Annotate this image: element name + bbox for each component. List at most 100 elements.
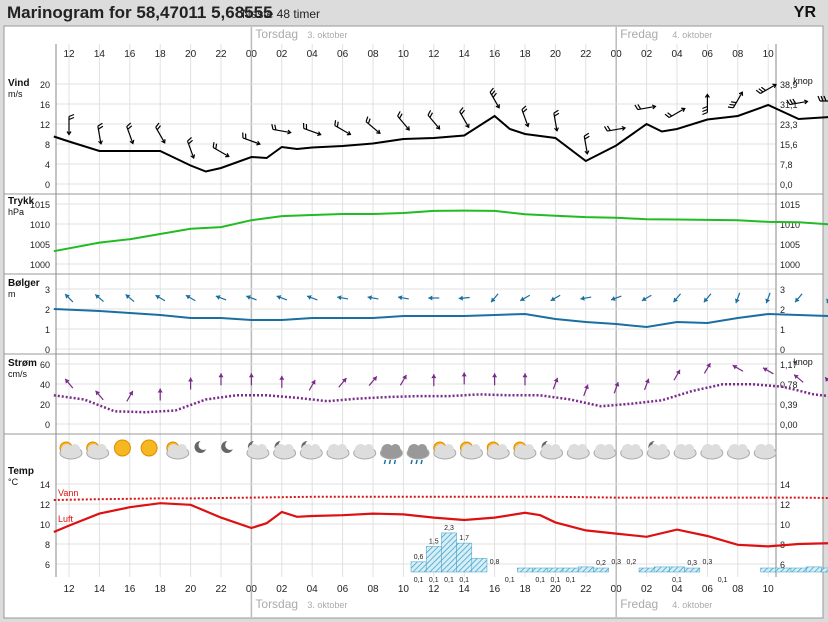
hour-tick-top: 02 bbox=[641, 49, 653, 60]
right-tick-label: 3 bbox=[780, 285, 785, 295]
hour-tick-top: 16 bbox=[489, 49, 501, 60]
precip-min-label: 0,1 bbox=[459, 577, 469, 584]
cloud-puff bbox=[470, 444, 481, 454]
precip-bar bbox=[577, 566, 594, 573]
left-tick-label: 6 bbox=[45, 560, 50, 570]
day-date-bottom: 3. oktober bbox=[307, 600, 347, 610]
cloud-puff bbox=[604, 444, 614, 454]
cloud-puff bbox=[710, 444, 721, 454]
hour-tick-top: 22 bbox=[215, 49, 227, 60]
precip-bar bbox=[562, 567, 579, 573]
left-tick-label: 20 bbox=[40, 400, 50, 410]
cloud-puff bbox=[684, 444, 695, 454]
right-tick-label: 1015 bbox=[780, 200, 800, 210]
panel-unit: m/s bbox=[8, 89, 23, 99]
right-tick-label: 12 bbox=[780, 500, 790, 510]
vann-label: Vann bbox=[58, 488, 78, 498]
cloud-puff bbox=[737, 444, 748, 454]
left-tick-label: 12 bbox=[40, 500, 50, 510]
hour-tick-bottom: 06 bbox=[337, 584, 349, 595]
hour-tick-top: 06 bbox=[702, 49, 714, 60]
left-tick-label: 1 bbox=[45, 325, 50, 335]
cloud-puff bbox=[417, 444, 428, 454]
hour-tick-top: 20 bbox=[185, 49, 197, 60]
hour-tick-bottom: 14 bbox=[459, 584, 471, 595]
hour-tick-top: 02 bbox=[276, 49, 288, 60]
left-tick-label: 8 bbox=[45, 140, 50, 150]
left-tick-label: 1015 bbox=[30, 200, 50, 210]
cloud-icon bbox=[700, 444, 724, 460]
precip-min-label: 0,1 bbox=[718, 577, 728, 584]
cloud-puff bbox=[256, 444, 267, 454]
right-tick-label: 1005 bbox=[780, 240, 800, 250]
precip-bar bbox=[775, 567, 792, 573]
hour-tick-bottom: 22 bbox=[215, 584, 227, 595]
hour-tick-top: 20 bbox=[550, 49, 562, 60]
precip-max-label: 1,7 bbox=[459, 535, 469, 542]
hour-tick-bottom: 04 bbox=[307, 584, 319, 595]
rain-drop bbox=[383, 459, 387, 465]
day-date-bottom: 4. oktober bbox=[672, 600, 712, 610]
right-tick-label: 0,0 bbox=[780, 180, 793, 190]
right-tick-label: 23,3 bbox=[780, 120, 798, 130]
right-tick-label: 7,8 bbox=[780, 160, 793, 170]
precip-max-label: 0,6 bbox=[414, 554, 424, 561]
precip-bar bbox=[517, 567, 533, 573]
precip-min-label: 0,1 bbox=[429, 577, 439, 584]
precip-max-label: 0,2 bbox=[627, 559, 637, 566]
precip-bar bbox=[805, 566, 822, 573]
hour-tick-bottom: 02 bbox=[641, 584, 653, 595]
precip-max-label: 1,5 bbox=[429, 539, 439, 546]
left-tick-label: 2 bbox=[45, 305, 50, 315]
left-tick-label: 14 bbox=[40, 480, 50, 490]
precip-min-label: 0,1 bbox=[444, 577, 454, 584]
left-tick-label: 1010 bbox=[30, 220, 50, 230]
precip-bar bbox=[547, 567, 564, 573]
luft-label: Luft bbox=[58, 514, 74, 524]
cloud-puff bbox=[96, 444, 107, 454]
day-name-bottom: Fredag bbox=[620, 597, 658, 611]
rain-drop bbox=[420, 459, 423, 465]
cloud-puff bbox=[70, 444, 80, 454]
rain-drop bbox=[410, 459, 413, 465]
hour-tick-bottom: 08 bbox=[367, 584, 379, 595]
precip-bar bbox=[593, 567, 609, 573]
sun-shape bbox=[113, 439, 131, 457]
left-tick-label: 20 bbox=[40, 80, 50, 90]
right-tick-label: 38,9 bbox=[780, 80, 798, 90]
precip-bar bbox=[638, 567, 655, 573]
rain-drop bbox=[415, 459, 418, 465]
cloud-puff bbox=[390, 444, 401, 454]
left-tick-label: 1005 bbox=[30, 240, 50, 250]
left-tick-label: 40 bbox=[40, 380, 50, 390]
cloud-icon bbox=[753, 444, 777, 460]
precip-bar bbox=[456, 542, 473, 573]
precip-max-label: 0,2 bbox=[596, 560, 606, 567]
panel-title: Temp bbox=[8, 466, 34, 477]
precip-bar bbox=[821, 567, 828, 573]
cloud-puff bbox=[630, 444, 641, 454]
hour-tick-bottom: 06 bbox=[702, 584, 714, 595]
precip-bar bbox=[669, 566, 685, 573]
precip-min-label: 0,1 bbox=[551, 577, 561, 584]
precip-max-label: 0,3 bbox=[703, 559, 713, 566]
moon-cutout bbox=[198, 440, 209, 450]
day-date-top: 3. oktober bbox=[307, 30, 347, 40]
left-tick-label: 16 bbox=[40, 100, 50, 110]
cloud-icon bbox=[326, 444, 350, 460]
hour-tick-top: 10 bbox=[398, 49, 410, 60]
cloud-puff bbox=[176, 444, 187, 454]
precip-min-label: 0,1 bbox=[505, 577, 515, 584]
panel-title: Bølger bbox=[8, 278, 40, 289]
current-arrow-head bbox=[825, 377, 828, 382]
precip-bar bbox=[425, 546, 442, 573]
wind-arrow-barb bbox=[823, 95, 827, 102]
hour-tick-bottom: 16 bbox=[124, 584, 136, 595]
cloud-icon bbox=[353, 444, 377, 460]
rain-drop bbox=[388, 459, 392, 465]
left-tick-label: 4 bbox=[45, 160, 50, 170]
sun-icon bbox=[113, 439, 131, 457]
cloud-icon bbox=[593, 444, 617, 460]
hour-tick-bottom: 18 bbox=[155, 584, 167, 595]
right-tick-label: 14 bbox=[780, 480, 790, 490]
